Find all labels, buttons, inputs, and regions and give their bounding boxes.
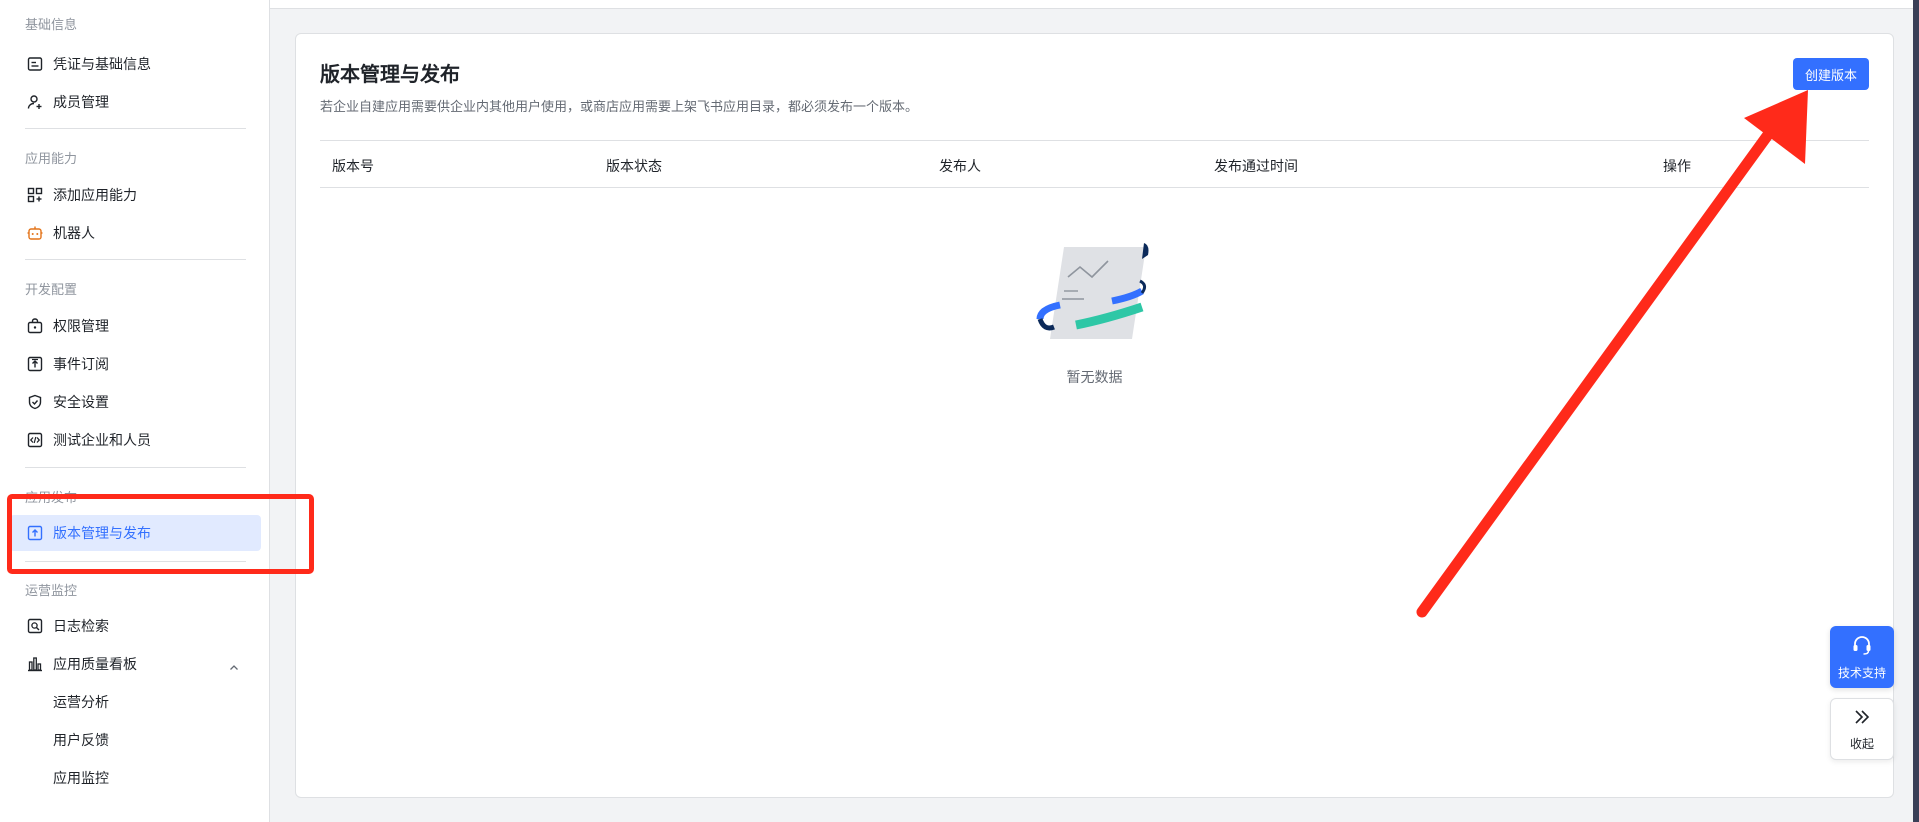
permission-icon [26, 317, 44, 335]
column-actions: 操作 [1663, 159, 1691, 175]
headset-icon [1851, 634, 1873, 660]
log-search-icon [26, 617, 44, 635]
sidebar-item-label: 权限管理 [53, 319, 109, 335]
sidebar-item-label: 应用监控 [53, 771, 109, 787]
tech-support-button[interactable]: 技术支持 [1830, 626, 1894, 688]
support-label: 技术支持 [1837, 665, 1886, 680]
version-card: 版本管理与发布 若企业自建应用需要供企业内其他用户使用，或商店应用需要上架飞书应… [295, 33, 1894, 798]
group-title-monitoring: 运营监控 [25, 584, 78, 599]
window-edge [1913, 0, 1919, 822]
divider [25, 467, 246, 468]
page-title: 版本管理与发布 [320, 62, 460, 86]
sidebar-item-label: 测试企业和人员 [53, 433, 151, 449]
sidebar-item-user-feedback[interactable]: 用户反馈 [10, 722, 261, 758]
sidebar-item-label: 版本管理与发布 [53, 526, 151, 542]
sidebar-item-app-monitor[interactable]: 应用监控 [10, 760, 261, 796]
sidebar-item-label: 凭证与基础信息 [53, 57, 151, 73]
sidebar-item-label: 安全设置 [53, 395, 109, 411]
sidebar-item-permissions[interactable]: 权限管理 [10, 308, 261, 344]
sidebar-item-log-search[interactable]: 日志检索 [10, 608, 261, 644]
chevron-up-icon[interactable] [229, 658, 239, 670]
sidebar-item-robot[interactable]: 机器人 [10, 215, 261, 251]
group-title-dev-config: 开发配置 [25, 283, 78, 298]
sidebar-item-label: 用户反馈 [53, 733, 109, 749]
event-subscribe-icon [26, 355, 44, 373]
member-add-icon [26, 93, 44, 111]
sidebar-item-members[interactable]: 成员管理 [10, 84, 261, 120]
double-chevron-right-icon [1852, 707, 1872, 731]
sidebar-item-label: 机器人 [53, 226, 95, 242]
create-version-button[interactable]: 创建版本 [1792, 58, 1869, 90]
divider [25, 259, 246, 260]
collapse-label: 收起 [1849, 736, 1874, 751]
column-status: 版本状态 [606, 159, 662, 175]
divider [25, 128, 246, 129]
robot-icon [26, 224, 44, 242]
empty-document-icon [1036, 239, 1156, 349]
collapse-button[interactable]: 收起 [1830, 698, 1894, 760]
column-approved-time: 发布通过时间 [1214, 159, 1298, 175]
page-description: 若企业自建应用需要供企业内其他用户使用，或商店应用需要上架飞书应用目录，都必须发… [320, 100, 919, 115]
table-header: 版本号 版本状态 发布人 发布通过时间 操作 [320, 140, 1869, 188]
group-title-release: 应用发布 [25, 491, 78, 506]
sidebar-item-label: 应用质量看板 [53, 657, 137, 673]
column-publisher: 发布人 [939, 159, 981, 175]
shield-icon [26, 393, 44, 411]
upload-icon [26, 524, 44, 542]
empty-state-text: 暂无数据 [1066, 370, 1123, 386]
sidebar-item-version-release[interactable]: 版本管理与发布 [10, 515, 261, 551]
sidebar-item-ops-analysis[interactable]: 运营分析 [10, 684, 261, 720]
column-version: 版本号 [332, 159, 374, 175]
credential-icon [26, 55, 44, 73]
sidebar-item-security[interactable]: 安全设置 [10, 384, 261, 420]
sidebar-item-add-capability[interactable]: 添加应用能力 [10, 177, 261, 213]
sidebar-item-quality-board[interactable]: 应用质量看板 [10, 646, 261, 682]
code-test-icon [26, 431, 44, 449]
top-bar [270, 0, 1913, 9]
divider [25, 561, 246, 562]
apps-add-icon [26, 186, 44, 204]
sidebar-item-events[interactable]: 事件订阅 [10, 346, 261, 382]
bar-chart-icon [26, 655, 44, 673]
sidebar: 基础信息 凭证与基础信息 成员管理 应用能力 添加应用能力 机器人 开发配置 权… [0, 0, 270, 822]
sidebar-item-label: 添加应用能力 [53, 188, 137, 204]
sidebar-item-label: 运营分析 [53, 695, 109, 711]
sidebar-item-test-tenants[interactable]: 测试企业和人员 [10, 422, 261, 458]
group-title-capabilities: 应用能力 [25, 152, 78, 167]
sidebar-item-label: 日志检索 [53, 619, 109, 635]
sidebar-item-label: 事件订阅 [53, 357, 109, 373]
sidebar-item-label: 成员管理 [53, 95, 109, 111]
group-title-basic: 基础信息 [25, 18, 78, 33]
sidebar-item-credentials[interactable]: 凭证与基础信息 [10, 46, 261, 82]
